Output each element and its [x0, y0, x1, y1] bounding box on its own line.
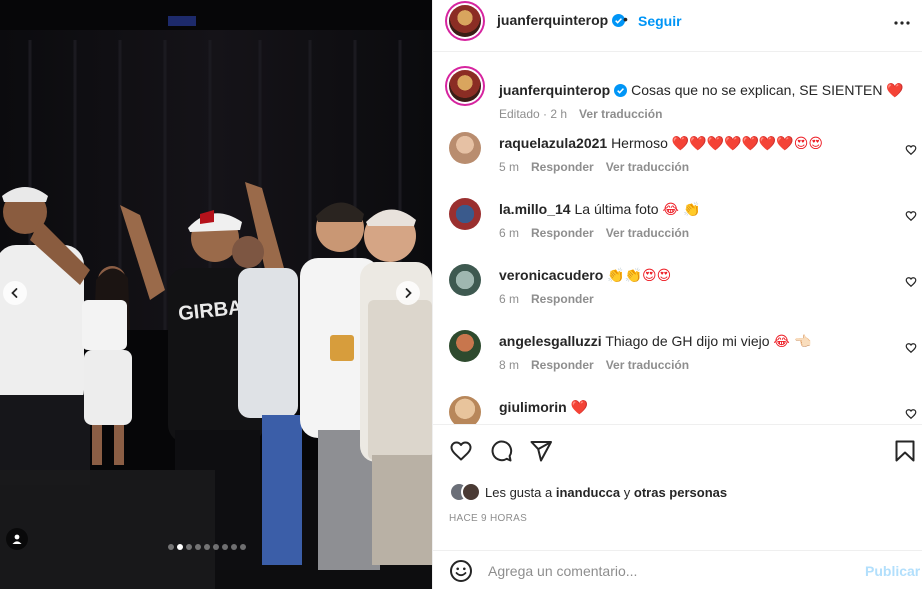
- comment-emoji: 😂 👏: [662, 202, 701, 218]
- post-actions: Les gusta a inanducca y otras personas H…: [433, 424, 922, 589]
- previous-photo-button[interactable]: [3, 281, 27, 305]
- author-username-text[interactable]: juanferquinterop: [497, 12, 608, 28]
- publish-button[interactable]: Publicar: [865, 563, 920, 579]
- commenter-avatar[interactable]: [449, 396, 481, 424]
- comment-text: Hermoso: [611, 135, 668, 151]
- next-photo-button[interactable]: [396, 281, 420, 305]
- reply-button[interactable]: Responder: [531, 226, 594, 240]
- reply-button[interactable]: Responder: [531, 160, 594, 174]
- bookmark-icon[interactable]: [894, 439, 916, 463]
- commenter-username[interactable]: raquelazula2021: [499, 135, 607, 151]
- translate-button[interactable]: Ver traducción: [606, 358, 689, 372]
- caption-author-avatar[interactable]: [449, 70, 481, 102]
- caption-author-username[interactable]: juanferquinterop: [499, 82, 610, 98]
- tagged-users-button[interactable]: [6, 528, 28, 550]
- caption-translate-button[interactable]: Ver traducción: [579, 107, 662, 121]
- carousel-dot: [222, 544, 228, 550]
- comment-item: giulimorin ❤️: [433, 396, 922, 424]
- other-likers-link[interactable]: otras personas: [634, 485, 727, 500]
- commenter-username[interactable]: veronicacudero: [499, 267, 603, 283]
- comments-section[interactable]: juanferquinterop Cosas que no se explica…: [433, 52, 922, 424]
- reply-button[interactable]: Responder: [531, 292, 594, 306]
- post-header: juanferquinterop • Seguir: [433, 0, 922, 52]
- post-photo[interactable]: GIRBAUD: [0, 0, 432, 589]
- comment-input[interactable]: [488, 561, 848, 581]
- emoji-icon[interactable]: [449, 559, 473, 583]
- like-comment-icon[interactable]: [905, 210, 917, 222]
- comment-time: 8 m: [499, 358, 520, 372]
- commenter-username[interactable]: la.millo_14: [499, 201, 571, 217]
- like-comment-icon[interactable]: [905, 144, 917, 156]
- party-photo-illustration: GIRBAUD: [0, 0, 432, 589]
- like-comment-icon[interactable]: [905, 342, 917, 354]
- more-options-icon[interactable]: [893, 14, 911, 32]
- caption-emoji: ❤️: [886, 83, 904, 99]
- commenter-username[interactable]: angelesgalluzzi: [499, 333, 602, 349]
- commenter-avatar[interactable]: [449, 132, 481, 164]
- commenter-avatar[interactable]: [449, 330, 481, 362]
- liker-avatar: [461, 482, 481, 502]
- carousel-dot: [177, 544, 183, 550]
- carousel-dot: [204, 544, 210, 550]
- add-comment-bar: Publicar: [433, 550, 922, 589]
- comment-emoji: 👏👏😍😍: [607, 268, 672, 284]
- likes-summary[interactable]: Les gusta a inanducca y otras personas: [449, 482, 727, 502]
- comment-icon[interactable]: [489, 439, 513, 463]
- post-panel: juanferquinterop • Seguir juanferquinter…: [432, 0, 922, 589]
- comment-item: veronicacudero 👏👏😍😍 6 m Responder: [433, 264, 922, 330]
- likes-conjunction: y: [623, 484, 631, 500]
- comment-time: 6 m: [499, 226, 520, 240]
- header-separator: •: [623, 11, 628, 27]
- commenter-username[interactable]: giulimorin: [499, 399, 567, 415]
- translate-button[interactable]: Ver traducción: [606, 226, 689, 240]
- comment-item: raquelazula2021 Hermoso ❤️❤️❤️❤️❤️❤️❤️😍😍…: [433, 132, 922, 198]
- carousel-dot: [231, 544, 237, 550]
- author-username[interactable]: juanferquinterop: [497, 12, 626, 28]
- likes-prefix: Les gusta a: [485, 484, 553, 500]
- carousel-dot: [168, 544, 174, 550]
- author-avatar[interactable]: [449, 5, 481, 37]
- verified-badge-icon: [614, 84, 628, 97]
- post-timestamp[interactable]: HACE 9 HORAS: [449, 513, 527, 524]
- share-icon[interactable]: [529, 439, 553, 463]
- follow-button[interactable]: Seguir: [638, 13, 682, 29]
- carousel-dot: [213, 544, 219, 550]
- comment-item: la.millo_14 La última foto 😂 👏 6 m Respond…: [433, 198, 922, 264]
- like-comment-icon[interactable]: [905, 276, 917, 288]
- comment-time: 5 m: [499, 160, 520, 174]
- comment-text: Thiago de GH dijo mi viejo: [605, 333, 770, 349]
- liker-username[interactable]: inanducca: [556, 485, 620, 500]
- carousel-dot: [186, 544, 192, 550]
- comment-emoji: ❤️: [570, 400, 588, 416]
- user-tag-icon: [12, 534, 22, 544]
- caption-text: Cosas que no se explican, SE SIENTEN: [631, 82, 883, 98]
- comment-item: angelesgalluzzi Thiago de GH dijo mi vie…: [433, 330, 922, 396]
- chevron-right-icon: [405, 288, 412, 298]
- chevron-left-icon: [11, 288, 18, 298]
- carousel-indicator: [168, 544, 246, 550]
- likes-text: Les gusta a inanducca y otras personas: [485, 485, 727, 500]
- comment-emoji: 😂 👈🏻: [773, 334, 812, 350]
- carousel-dot: [195, 544, 201, 550]
- caption-meta-time: Editado · 2 h: [499, 107, 568, 121]
- comment-emoji: ❤️❤️❤️❤️❤️❤️❤️😍😍: [671, 136, 823, 152]
- commenter-avatar[interactable]: [449, 264, 481, 296]
- reply-button[interactable]: Responder: [531, 358, 594, 372]
- translate-button[interactable]: Ver traducción: [606, 160, 689, 174]
- carousel-dot: [240, 544, 246, 550]
- like-comment-icon[interactable]: [905, 408, 917, 420]
- commenter-avatar[interactable]: [449, 198, 481, 230]
- heart-icon[interactable]: [449, 439, 473, 463]
- comment-text: La última foto: [574, 201, 659, 217]
- comment-time: 6 m: [499, 292, 520, 306]
